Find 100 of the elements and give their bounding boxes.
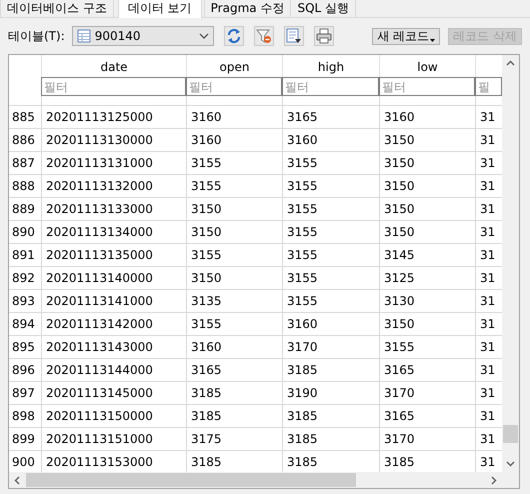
table-cell: 3145 bbox=[384, 248, 415, 262]
table-cell: 3185 bbox=[191, 409, 222, 423]
scrollbar-thumb[interactable] bbox=[503, 425, 518, 443]
table-cell: 3160 bbox=[287, 317, 318, 331]
table-label: 테이블(T): bbox=[8, 28, 65, 44]
row-number: 891 bbox=[12, 248, 35, 262]
column-header[interactable]: date bbox=[100, 60, 128, 74]
table-cell: 31 bbox=[480, 248, 496, 262]
print-button[interactable] bbox=[314, 26, 334, 46]
table-cell: 3170 bbox=[287, 340, 318, 354]
scroll-left-icon[interactable] bbox=[13, 476, 22, 484]
scroll-up-icon[interactable] bbox=[506, 59, 515, 68]
table-cell: 20201113143000 bbox=[46, 340, 153, 354]
table-cell: 3185 bbox=[287, 432, 318, 446]
table-cell: 3160 bbox=[191, 133, 222, 147]
filter-field[interactable]: 필터 bbox=[379, 77, 475, 96]
column-header[interactable]: open bbox=[220, 60, 250, 74]
row-number: 890 bbox=[12, 225, 35, 239]
table-cell: 3150 bbox=[384, 202, 415, 216]
row-number: 885 bbox=[12, 110, 35, 124]
table-cell: 20201113132000 bbox=[46, 179, 153, 193]
table-select[interactable]: 900140 bbox=[72, 26, 214, 46]
scrollbar-thumb[interactable] bbox=[26, 473, 356, 487]
chevron-down-icon bbox=[198, 33, 209, 39]
table-cell: 3160 bbox=[191, 340, 222, 354]
table-cell: 20201113144000 bbox=[46, 363, 153, 377]
table-cell: 3155 bbox=[287, 294, 318, 308]
table-cell: 31 bbox=[480, 271, 496, 285]
table-cell: 3155 bbox=[287, 271, 318, 285]
table-cell: 20201113142000 bbox=[46, 317, 153, 331]
table-cell: 3155 bbox=[287, 202, 318, 216]
row-number: 900 bbox=[12, 455, 35, 469]
table-cell: 3185 bbox=[191, 386, 222, 400]
tab[interactable]: 데이터 보기 bbox=[118, 0, 202, 18]
table-cell: 31 bbox=[480, 455, 496, 469]
table-cell: 3150 bbox=[384, 156, 415, 170]
scroll-right-icon[interactable] bbox=[489, 476, 498, 484]
table-cell: 31 bbox=[480, 110, 496, 124]
table-cell: 3155 bbox=[191, 156, 222, 170]
table-cell: 3155 bbox=[191, 248, 222, 262]
table-cell: 3185 bbox=[191, 455, 222, 469]
table-cell: 20201113134000 bbox=[46, 225, 153, 239]
table-cell: 3155 bbox=[287, 179, 318, 193]
table-icon bbox=[76, 29, 91, 43]
table-cell: 3160 bbox=[191, 110, 222, 124]
table-cell: 20201113141000 bbox=[46, 294, 153, 308]
table-cell: 3155 bbox=[287, 248, 318, 262]
table-cell: 3185 bbox=[287, 455, 318, 469]
table-cell: 20201113133000 bbox=[46, 202, 153, 216]
table-cell: 31 bbox=[480, 202, 496, 216]
table-cell: 3130 bbox=[384, 294, 415, 308]
table-cell: 20201113153000 bbox=[46, 455, 153, 469]
table-cell: 31 bbox=[480, 363, 496, 377]
table-cell: 31 bbox=[480, 156, 496, 170]
table-cell: 3150 bbox=[191, 202, 222, 216]
row-number: 893 bbox=[12, 294, 35, 308]
row-number: 899 bbox=[12, 432, 35, 446]
table-cell: 20201113125000 bbox=[46, 110, 153, 124]
table-cell: 31 bbox=[480, 432, 496, 446]
clear-filter-button[interactable] bbox=[254, 26, 274, 46]
table-cell: 3125 bbox=[384, 271, 415, 285]
column-header[interactable]: high bbox=[318, 60, 344, 74]
row-number: 889 bbox=[12, 202, 35, 216]
table-cell: 31 bbox=[480, 409, 496, 423]
table-cell: 3165 bbox=[191, 363, 222, 377]
record-button[interactable]: 새 레코드 bbox=[372, 28, 440, 44]
filter-field[interactable]: 필터 bbox=[41, 77, 186, 96]
table-cell: 3150 bbox=[384, 133, 415, 147]
scroll-down-icon[interactable] bbox=[506, 459, 515, 468]
table-cell: 20201113130000 bbox=[46, 133, 153, 147]
table-cell: 3185 bbox=[384, 455, 415, 469]
table-cell: 31 bbox=[480, 386, 496, 400]
table-cell: 20201113131000 bbox=[46, 156, 153, 170]
table-cell: 3150 bbox=[191, 271, 222, 285]
table-cell: 3185 bbox=[287, 409, 318, 423]
tab[interactable]: 데이터베이스 구조 bbox=[0, 0, 114, 17]
table-cell: 3150 bbox=[384, 225, 415, 239]
row-number: 887 bbox=[12, 156, 35, 170]
filter-field[interactable]: 필터 bbox=[186, 77, 282, 96]
table-cell: 3155 bbox=[287, 225, 318, 239]
table-cell: 31 bbox=[480, 179, 496, 193]
table-cell: 3190 bbox=[287, 386, 318, 400]
filter-field[interactable]: 필터 bbox=[282, 77, 379, 96]
table-cell: 31 bbox=[480, 133, 496, 147]
table-cell: 3155 bbox=[287, 156, 318, 170]
refresh-button[interactable] bbox=[224, 26, 244, 46]
filter-field[interactable]: 필 bbox=[475, 77, 502, 96]
table-cell: 3165 bbox=[384, 409, 415, 423]
table-cell: 20201113150000 bbox=[46, 409, 153, 423]
row-number: 888 bbox=[12, 179, 35, 193]
export-button[interactable] bbox=[284, 26, 304, 46]
column-header[interactable]: low bbox=[417, 60, 438, 74]
table-cell: 20201113145000 bbox=[46, 386, 153, 400]
table-cell: 3150 bbox=[191, 225, 222, 239]
table-cell: 3165 bbox=[384, 363, 415, 377]
table-cell: 3155 bbox=[191, 317, 222, 331]
table-cell: 3155 bbox=[191, 179, 222, 193]
row-number: 894 bbox=[12, 317, 35, 331]
table-cell: 20201113135000 bbox=[46, 248, 153, 262]
table-cell: 3135 bbox=[191, 294, 222, 308]
